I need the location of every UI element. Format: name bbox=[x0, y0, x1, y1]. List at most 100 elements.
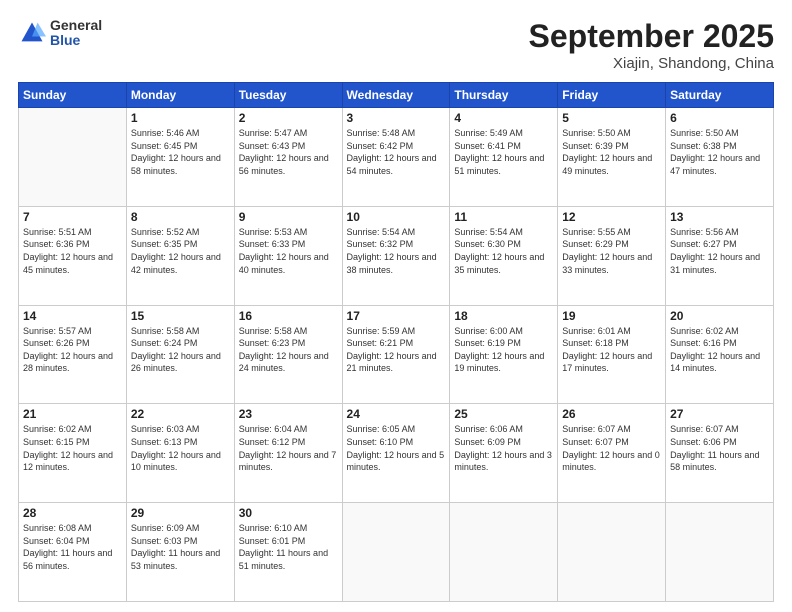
calendar-cell bbox=[558, 503, 666, 602]
header: General Blue September 2025 Xiajin, Shan… bbox=[18, 18, 774, 72]
day-info: Sunrise: 6:01 AM Sunset: 6:18 PM Dayligh… bbox=[562, 325, 661, 375]
calendar-cell: 28 Sunrise: 6:08 AM Sunset: 6:04 PM Dayli… bbox=[19, 503, 127, 602]
day-number: 14 bbox=[23, 309, 122, 323]
calendar-week-0: 1 Sunrise: 5:46 AM Sunset: 6:45 PM Daylig… bbox=[19, 108, 774, 207]
day-number: 1 bbox=[131, 111, 230, 125]
day-number: 3 bbox=[347, 111, 446, 125]
calendar-body: 1 Sunrise: 5:46 AM Sunset: 6:45 PM Daylig… bbox=[19, 108, 774, 602]
calendar-week-1: 7Sunrise: 5:51 AM Sunset: 6:36 PM Daylig… bbox=[19, 206, 774, 305]
day-info: Sunrise: 5:57 AM Sunset: 6:26 PM Dayligh… bbox=[23, 325, 122, 375]
calendar-cell: 26 Sunrise: 6:07 AM Sunset: 6:07 PM Dayli… bbox=[558, 404, 666, 503]
day-info: Sunrise: 6:09 AM Sunset: 6:03 PM Dayligh… bbox=[131, 522, 230, 572]
calendar-cell: 24Sunrise: 6:05 AM Sunset: 6:10 PM Dayli… bbox=[342, 404, 450, 503]
calendar-cell: 23Sunrise: 6:04 AM Sunset: 6:12 PM Dayli… bbox=[234, 404, 342, 503]
calendar-cell: 21Sunrise: 6:02 AM Sunset: 6:15 PM Dayli… bbox=[19, 404, 127, 503]
day-number: 11 bbox=[454, 210, 553, 224]
calendar-cell: 20Sunrise: 6:02 AM Sunset: 6:16 PM Dayli… bbox=[666, 305, 774, 404]
calendar-cell bbox=[666, 503, 774, 602]
day-number: 27 bbox=[670, 407, 769, 421]
calendar-cell: 19 Sunrise: 6:01 AM Sunset: 6:18 PM Dayli… bbox=[558, 305, 666, 404]
day-info: Sunrise: 6:07 AM Sunset: 6:07 PM Dayligh… bbox=[562, 423, 661, 473]
day-info: Sunrise: 5:46 AM Sunset: 6:45 PM Dayligh… bbox=[131, 127, 230, 177]
day-number: 7 bbox=[23, 210, 122, 224]
day-info: Sunrise: 6:06 AM Sunset: 6:09 PM Dayligh… bbox=[454, 423, 553, 473]
day-number: 28 bbox=[23, 506, 122, 520]
calendar-cell: 30 Sunrise: 6:10 AM Sunset: 6:01 PM Dayli… bbox=[234, 503, 342, 602]
day-number: 13 bbox=[670, 210, 769, 224]
calendar-cell: 18 Sunrise: 6:00 AM Sunset: 6:19 PM Dayli… bbox=[450, 305, 558, 404]
header-row: Sunday Monday Tuesday Wednesday Thursday… bbox=[19, 83, 774, 108]
day-number: 9 bbox=[239, 210, 338, 224]
calendar-cell: 12 Sunrise: 5:55 AM Sunset: 6:29 PM Dayli… bbox=[558, 206, 666, 305]
col-sunday: Sunday bbox=[19, 83, 127, 108]
calendar-cell: 2 Sunrise: 5:47 AM Sunset: 6:43 PM Daylig… bbox=[234, 108, 342, 207]
calendar-week-4: 28 Sunrise: 6:08 AM Sunset: 6:04 PM Dayli… bbox=[19, 503, 774, 602]
day-number: 15 bbox=[131, 309, 230, 323]
day-number: 8 bbox=[131, 210, 230, 224]
day-info: Sunrise: 6:10 AM Sunset: 6:01 PM Dayligh… bbox=[239, 522, 338, 572]
day-number: 19 bbox=[562, 309, 661, 323]
col-monday: Monday bbox=[126, 83, 234, 108]
day-info: Sunrise: 5:50 AM Sunset: 6:39 PM Dayligh… bbox=[562, 127, 661, 177]
calendar-cell: 22Sunrise: 6:03 AM Sunset: 6:13 PM Dayli… bbox=[126, 404, 234, 503]
day-number: 4 bbox=[454, 111, 553, 125]
day-info: Sunrise: 5:53 AM Sunset: 6:33 PM Dayligh… bbox=[239, 226, 338, 276]
calendar-cell: 5 Sunrise: 5:50 AM Sunset: 6:39 PM Daylig… bbox=[558, 108, 666, 207]
day-info: Sunrise: 6:07 AM Sunset: 6:06 PM Dayligh… bbox=[670, 423, 769, 473]
day-info: Sunrise: 5:52 AM Sunset: 6:35 PM Dayligh… bbox=[131, 226, 230, 276]
day-info: Sunrise: 6:00 AM Sunset: 6:19 PM Dayligh… bbox=[454, 325, 553, 375]
calendar-cell bbox=[342, 503, 450, 602]
calendar-cell: 27 Sunrise: 6:07 AM Sunset: 6:06 PM Dayli… bbox=[666, 404, 774, 503]
day-info: Sunrise: 5:55 AM Sunset: 6:29 PM Dayligh… bbox=[562, 226, 661, 276]
calendar-cell: 9 Sunrise: 5:53 AM Sunset: 6:33 PM Daylig… bbox=[234, 206, 342, 305]
day-number: 17 bbox=[347, 309, 446, 323]
page-title: September 2025 bbox=[529, 18, 774, 55]
calendar-header: Sunday Monday Tuesday Wednesday Thursday… bbox=[19, 83, 774, 108]
day-number: 2 bbox=[239, 111, 338, 125]
col-wednesday: Wednesday bbox=[342, 83, 450, 108]
calendar-cell: 17Sunrise: 5:59 AM Sunset: 6:21 PM Dayli… bbox=[342, 305, 450, 404]
col-friday: Friday bbox=[558, 83, 666, 108]
col-saturday: Saturday bbox=[666, 83, 774, 108]
day-info: Sunrise: 5:56 AM Sunset: 6:27 PM Dayligh… bbox=[670, 226, 769, 276]
calendar-cell bbox=[19, 108, 127, 207]
logo: General Blue bbox=[18, 18, 102, 49]
day-info: Sunrise: 5:54 AM Sunset: 6:32 PM Dayligh… bbox=[347, 226, 446, 276]
calendar-cell: 11Sunrise: 5:54 AM Sunset: 6:30 PM Dayli… bbox=[450, 206, 558, 305]
day-info: Sunrise: 5:49 AM Sunset: 6:41 PM Dayligh… bbox=[454, 127, 553, 177]
calendar-cell: 7Sunrise: 5:51 AM Sunset: 6:36 PM Daylig… bbox=[19, 206, 127, 305]
day-number: 23 bbox=[239, 407, 338, 421]
day-number: 10 bbox=[347, 210, 446, 224]
calendar-cell: 1 Sunrise: 5:46 AM Sunset: 6:45 PM Daylig… bbox=[126, 108, 234, 207]
day-number: 29 bbox=[131, 506, 230, 520]
calendar-cell: 10 Sunrise: 5:54 AM Sunset: 6:32 PM Dayli… bbox=[342, 206, 450, 305]
day-number: 25 bbox=[454, 407, 553, 421]
day-info: Sunrise: 6:02 AM Sunset: 6:15 PM Dayligh… bbox=[23, 423, 122, 473]
logo-text: General Blue bbox=[50, 18, 102, 49]
calendar-cell: 3Sunrise: 5:48 AM Sunset: 6:42 PM Daylig… bbox=[342, 108, 450, 207]
day-number: 12 bbox=[562, 210, 661, 224]
calendar-week-3: 21Sunrise: 6:02 AM Sunset: 6:15 PM Dayli… bbox=[19, 404, 774, 503]
calendar-cell: 15Sunrise: 5:58 AM Sunset: 6:24 PM Dayli… bbox=[126, 305, 234, 404]
day-number: 18 bbox=[454, 309, 553, 323]
logo-icon bbox=[18, 19, 46, 47]
day-info: Sunrise: 5:58 AM Sunset: 6:23 PM Dayligh… bbox=[239, 325, 338, 375]
col-tuesday: Tuesday bbox=[234, 83, 342, 108]
day-info: Sunrise: 6:02 AM Sunset: 6:16 PM Dayligh… bbox=[670, 325, 769, 375]
calendar-cell: 6Sunrise: 5:50 AM Sunset: 6:38 PM Daylig… bbox=[666, 108, 774, 207]
calendar-cell: 13 Sunrise: 5:56 AM Sunset: 6:27 PM Dayli… bbox=[666, 206, 774, 305]
calendar-cell: 4 Sunrise: 5:49 AM Sunset: 6:41 PM Daylig… bbox=[450, 108, 558, 207]
day-info: Sunrise: 5:50 AM Sunset: 6:38 PM Dayligh… bbox=[670, 127, 769, 177]
day-number: 30 bbox=[239, 506, 338, 520]
day-info: Sunrise: 6:03 AM Sunset: 6:13 PM Dayligh… bbox=[131, 423, 230, 473]
logo-general: General bbox=[50, 18, 102, 33]
day-info: Sunrise: 6:05 AM Sunset: 6:10 PM Dayligh… bbox=[347, 423, 446, 473]
day-number: 5 bbox=[562, 111, 661, 125]
day-info: Sunrise: 5:47 AM Sunset: 6:43 PM Dayligh… bbox=[239, 127, 338, 177]
calendar-cell bbox=[450, 503, 558, 602]
calendar-cell: 14 Sunrise: 5:57 AM Sunset: 6:26 PM Dayli… bbox=[19, 305, 127, 404]
day-info: Sunrise: 6:08 AM Sunset: 6:04 PM Dayligh… bbox=[23, 522, 122, 572]
day-number: 26 bbox=[562, 407, 661, 421]
col-thursday: Thursday bbox=[450, 83, 558, 108]
logo-blue: Blue bbox=[50, 33, 102, 48]
